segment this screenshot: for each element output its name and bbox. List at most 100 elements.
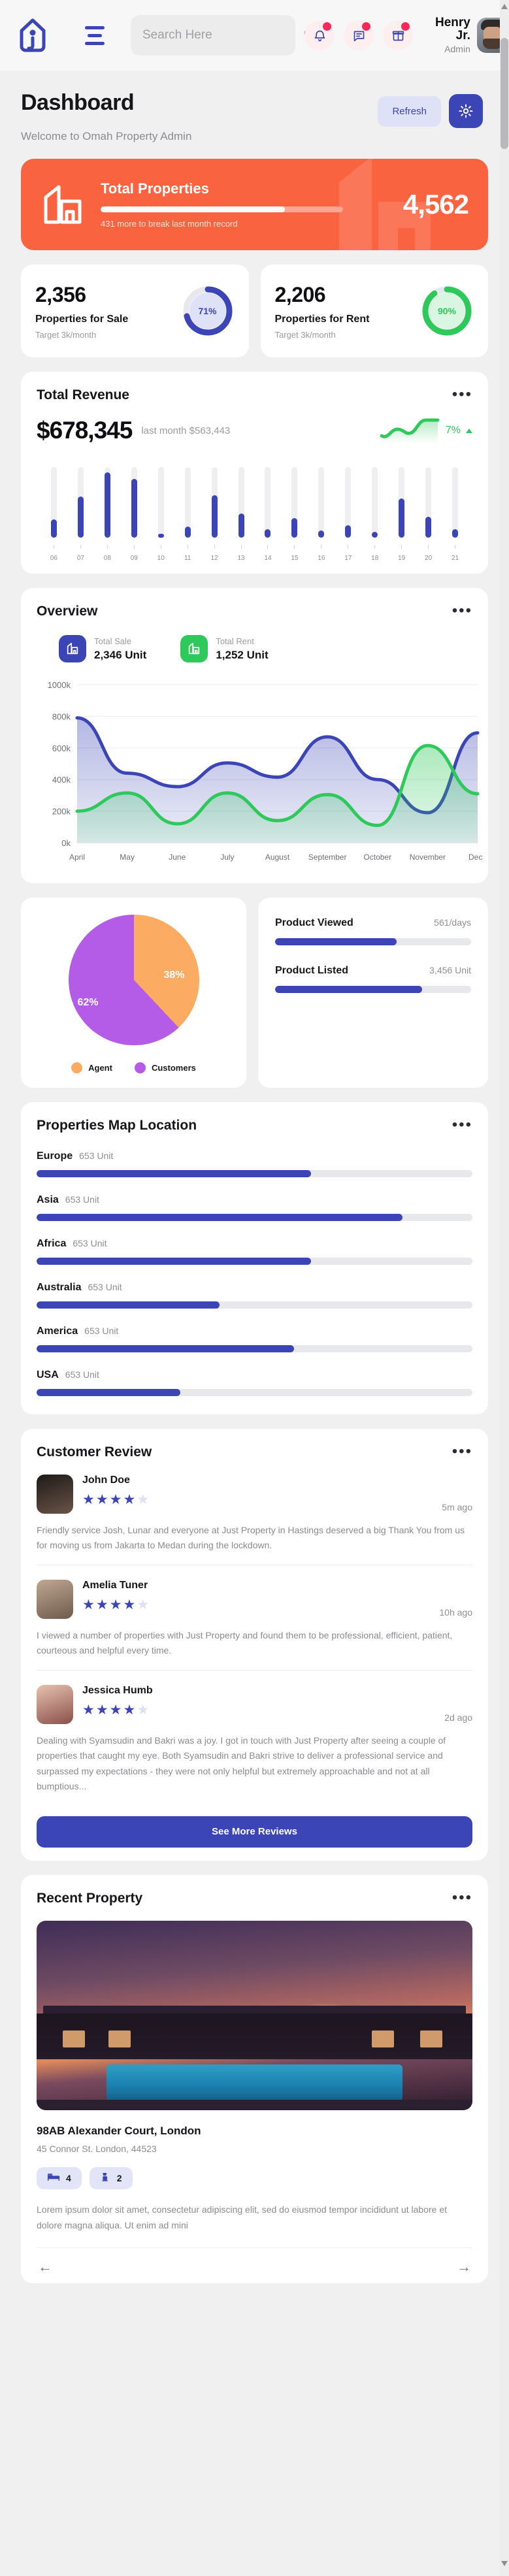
property-features: 4 2 (37, 2166, 472, 2189)
map-region-value: 653 Unit (79, 1150, 114, 1161)
bar-tick (121, 540, 148, 552)
reviewer-avatar (37, 1685, 73, 1725)
home-logo-icon[interactable] (18, 18, 47, 52)
building-icon (59, 635, 86, 662)
x-axis-label: August (265, 853, 290, 862)
map-location-rows: Europe 653 Unit Asia 653 Unit Africa 653 Unit… (37, 1150, 472, 1396)
customer-review-card: Customer Review ••• John Doe ★★★★★ 5m ago F… (21, 1429, 488, 1861)
bell-icon[interactable] (304, 20, 335, 50)
property-description: Lorem ipsum dolor sit amet, consectetur … (37, 2204, 447, 2230)
x-axis-label: November (410, 853, 446, 862)
map-location-row: Asia 653 Unit (37, 1194, 472, 1221)
bar-column (281, 459, 308, 538)
arrow-right-icon[interactable]: → (457, 2260, 471, 2274)
legend-label: Customers (151, 1063, 196, 1073)
map-region-value: 653 Unit (84, 1326, 119, 1336)
y-axis-label: 400k (52, 775, 71, 785)
revenue-bar-chart (37, 459, 472, 538)
review-text: I viewed a number of properties with Jus… (37, 1630, 453, 1656)
map-region-value: 653 Unit (65, 1369, 99, 1380)
review-item: John Doe ★★★★★ 5m ago Friendly service Josh… (37, 1460, 472, 1566)
revenue-amount: $678,345 (37, 417, 133, 444)
bar-tick (281, 540, 308, 552)
map-region-name: Africa (37, 1238, 67, 1249)
bar-tick (67, 540, 94, 552)
revenue-change-pct: 7% (445, 425, 461, 436)
overview-label: Total Sale (94, 636, 132, 646)
customer-review-title: Customer Review (37, 1444, 152, 1459)
arrow-left-icon[interactable]: ← (38, 2260, 52, 2274)
product-listed-row: Product Listed 3,456 Unit (275, 965, 471, 993)
map-region-bar (37, 1389, 472, 1396)
page-scrollbar[interactable] (500, 0, 509, 2576)
pie-and-products-row: 38% 62% Agent Customers Product Viewed 5… (21, 898, 488, 1088)
bar-column (228, 459, 255, 538)
bar-axis-label: 17 (344, 555, 352, 562)
revenue-title: Total Revenue (37, 387, 129, 402)
bar-tick (148, 540, 174, 552)
bar-tick (388, 540, 415, 552)
sale-percent-label: 71% (189, 293, 226, 329)
bar-column (415, 459, 442, 538)
page-title: Dashboard (21, 90, 135, 115)
review-text: Dealing with Syamsudin and Bakri was a j… (37, 1735, 446, 1791)
bar-axis-label: 15 (291, 555, 299, 562)
more-dots-icon[interactable]: ••• (452, 1889, 472, 1906)
bedroom-chip: 4 (37, 2166, 82, 2189)
reviewer-name: Jessica Humb (82, 1685, 153, 1697)
x-axis-label: Dec.. (468, 853, 483, 862)
scroll-up-icon[interactable] (501, 4, 508, 9)
y-axis-label: 0k (61, 838, 71, 848)
bar-column (361, 459, 388, 538)
legend-item-customers: Customers (134, 1062, 196, 1073)
bar-column (308, 459, 335, 538)
bar-tick (335, 540, 361, 552)
overview-value: 2,346 Unit (94, 648, 147, 661)
user-profile[interactable]: Henry Jr. Admin (435, 16, 509, 54)
bar-column (388, 459, 415, 538)
overview-label: Total Rent (216, 636, 254, 646)
map-location-row: America 653 Unit (37, 1326, 472, 1352)
rating-stars: ★★★★★ (82, 1597, 151, 1613)
review-time: 10h ago (439, 1607, 472, 1618)
reviewer-avatar (37, 1580, 73, 1620)
map-location-row: Europe 653 Unit (37, 1150, 472, 1177)
map-region-value: 653 Unit (65, 1194, 99, 1205)
see-more-reviews-button[interactable]: See More Reviews (37, 1816, 472, 1848)
gift-icon[interactable] (383, 20, 413, 50)
page-header: Dashboard Welcome to Omah Property Admin… (0, 71, 509, 143)
gear-icon[interactable] (449, 94, 483, 128)
bar-axis-label: 21 (451, 555, 459, 562)
refresh-button[interactable]: Refresh (378, 95, 441, 127)
message-icon[interactable] (344, 20, 374, 50)
search-box[interactable] (131, 15, 316, 56)
more-dots-icon[interactable]: ••• (452, 1443, 472, 1459)
bar-axis-label: 11 (184, 555, 191, 562)
product-value: 561/days (434, 917, 471, 928)
more-dots-icon[interactable]: ••• (452, 386, 472, 402)
product-viewed-row: Product Viewed 561/days (275, 917, 471, 945)
bar-axis-label: 19 (398, 555, 406, 562)
bar-axis-label: 20 (425, 555, 433, 562)
scrollbar-thumb[interactable] (501, 38, 508, 149)
overview-total-rent: Total Rent 1,252 Unit (180, 635, 269, 662)
more-dots-icon[interactable]: ••• (452, 1117, 472, 1133)
bar-column (201, 459, 228, 538)
map-region-value: 653 Unit (73, 1238, 107, 1248)
legend-label: Agent (88, 1063, 112, 1073)
search-input[interactable] (142, 28, 303, 42)
overview-title: Overview (37, 604, 98, 619)
revenue-bar-axis-labels: 06 07 08 09 10 11 12 13 14 15 16 17 18 19 20 21 (37, 555, 472, 562)
header-icon-group (304, 20, 413, 50)
hamburger-menu-icon[interactable] (85, 25, 105, 45)
scroll-down-icon[interactable] (501, 2561, 508, 2566)
y-axis-label: 800k (52, 711, 71, 721)
stat-value: 2,206 (274, 282, 326, 306)
bar-axis-label: 14 (264, 555, 272, 562)
bar-column (121, 459, 148, 538)
map-region-name: USA (37, 1369, 59, 1380)
bar-column (41, 459, 67, 538)
property-image (37, 1920, 472, 2110)
more-dots-icon[interactable]: ••• (452, 602, 472, 619)
reviewer-avatar (37, 1475, 73, 1514)
